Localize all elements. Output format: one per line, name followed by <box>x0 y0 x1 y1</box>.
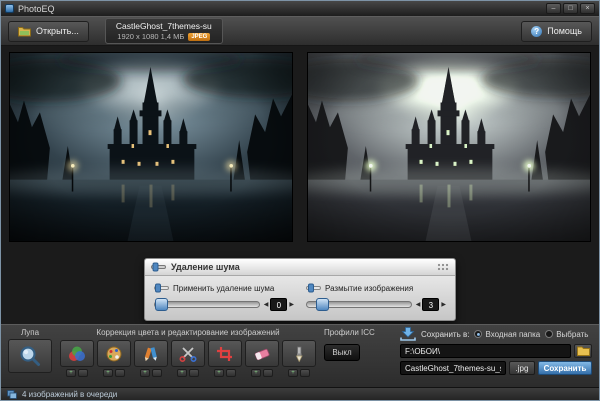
radio-choose-folder-label: Выбрать <box>556 329 589 339</box>
crop-icon <box>217 346 232 361</box>
tool-mini-option-button[interactable] <box>152 369 162 377</box>
status-text: 4 изображений в очереди <box>22 389 118 399</box>
open-folder-icon <box>18 26 31 36</box>
icc-label: Профили ICC <box>324 328 375 337</box>
open-button-label: Открыть... <box>36 26 79 36</box>
file-name: CastleGhost_7themes-su <box>115 21 212 31</box>
radio-choose-folder[interactable]: Выбрать <box>545 330 588 339</box>
brush-tool-button[interactable] <box>282 340 316 367</box>
magnifier-icon <box>20 346 40 366</box>
tool-mini-add-button[interactable]: + <box>140 369 150 377</box>
tools-section-label: Коррекция цвета и редактирование изображ… <box>96 328 280 337</box>
increment-arrow-icon[interactable]: ▶ <box>289 299 294 311</box>
minimize-button[interactable]: – <box>546 3 561 14</box>
noise-removal-panel: Удаление шума Применить удаление шума ◀ … <box>144 258 456 321</box>
title-bar: PhotoEQ – □ × <box>1 1 599 16</box>
tool-mini-option-button[interactable] <box>115 369 125 377</box>
scissors-icon <box>179 346 197 362</box>
tool-mini-add-button[interactable]: + <box>288 369 298 377</box>
palette-icon <box>106 346 122 361</box>
blur-amount-slider[interactable] <box>306 298 412 311</box>
tool-mini-option-button[interactable] <box>189 369 199 377</box>
decrement-arrow-icon[interactable]: ◀ <box>264 299 269 311</box>
open-button[interactable]: Открыть... <box>8 20 89 42</box>
icc-toggle-button[interactable]: Выкл <box>324 344 360 361</box>
noise-panel-title: Удаление шума <box>171 262 240 272</box>
tool-mini-add-button[interactable]: + <box>66 369 76 377</box>
tool-mini-add-button[interactable]: + <box>103 369 113 377</box>
radio-input-folder-label: Входная папка <box>485 329 541 339</box>
noise-amount-slider[interactable] <box>154 298 260 311</box>
status-bar: 4 изображений в очереди <box>1 387 599 400</box>
save-section: Сохранить в: Входная папка Выбрать F:\ОБ… <box>400 327 592 384</box>
maximize-button[interactable]: □ <box>563 3 578 14</box>
decrement-arrow-icon[interactable]: ◀ <box>416 299 421 311</box>
help-icon: ? <box>531 25 543 37</box>
slider-icon <box>151 262 166 272</box>
file-meta: 1920 x 1080 1,4 МБ <box>117 32 185 41</box>
file-format-badge: JPEG <box>188 32 211 41</box>
pencils-tool-button[interactable] <box>134 340 168 367</box>
tool-mini-option-button[interactable] <box>226 369 236 377</box>
slider-icon <box>306 283 321 293</box>
noise-panel-titlebar[interactable]: Удаление шума <box>145 259 455 276</box>
tool-mini-add-button[interactable]: + <box>251 369 261 377</box>
tool-mini-option-button[interactable] <box>300 369 310 377</box>
tool-mini-option-button[interactable] <box>263 369 273 377</box>
tool-mini-add-button[interactable]: + <box>177 369 187 377</box>
radio-input-folder[interactable]: Входная папка <box>474 330 540 339</box>
file-info-chip: CastleGhost_7themes-su 1920 x 1080 1,4 М… <box>104 18 223 44</box>
palette-tool-button[interactable] <box>97 340 131 367</box>
brush-icon <box>295 346 303 362</box>
help-button-label: Помощь <box>547 26 582 36</box>
radio-dot <box>545 330 554 338</box>
help-button[interactable]: ? Помощь <box>521 20 592 42</box>
output-filename-input[interactable] <box>400 361 506 375</box>
radio-dot-selected <box>474 330 483 338</box>
color-balance-tool-button[interactable] <box>60 340 94 367</box>
preview-before-image[interactable] <box>9 52 293 242</box>
tool-mini-option-button[interactable] <box>78 369 88 377</box>
output-path-input[interactable] <box>400 344 571 358</box>
save-to-icon <box>400 327 416 341</box>
window-title: PhotoEQ <box>18 3 55 14</box>
noise-amount-value: 0 <box>270 298 288 311</box>
blur-amount-label: Размытие изображения <box>325 283 414 293</box>
tool-mini-add-button[interactable]: + <box>214 369 224 377</box>
save-button[interactable]: Сохранить <box>538 361 592 375</box>
save-to-label: Сохранить в: <box>421 329 470 339</box>
browse-folder-button[interactable] <box>574 344 592 358</box>
tools-section: Коррекция цвета и редактирование изображ… <box>60 327 316 384</box>
increment-arrow-icon[interactable]: ▶ <box>441 299 446 311</box>
eraser-icon <box>254 348 270 360</box>
file-extension-button[interactable]: .jpg <box>509 361 535 375</box>
icc-section: Профили ICC Выкл <box>324 327 375 384</box>
scissors-tool-button[interactable] <box>171 340 205 367</box>
blur-amount-slider-handle[interactable] <box>316 298 330 311</box>
content-area: Удаление шума Применить удаление шума ◀ … <box>1 46 599 324</box>
noise-amount-group: Применить удаление шума ◀ 0 ▶ <box>154 283 294 311</box>
bottom-toolbar: Лупа Коррекция цвета и редактирование из… <box>1 324 599 387</box>
folder-icon <box>576 346 590 356</box>
noise-amount-slider-handle[interactable] <box>155 298 168 311</box>
drag-grip-icon[interactable] <box>437 263 449 271</box>
magnifier-label: Лупа <box>20 328 40 337</box>
slider-icon <box>154 283 169 293</box>
close-button[interactable]: × <box>580 3 595 14</box>
color-balance-icon <box>69 346 85 361</box>
magnifier-button[interactable] <box>8 339 52 373</box>
eraser-tool-button[interactable] <box>245 340 279 367</box>
magnifier-section: Лупа <box>8 327 52 384</box>
noise-amount-label: Применить удаление шума <box>173 283 275 293</box>
queue-icon <box>7 389 17 399</box>
photoeq-window: PhotoEQ – □ × Открыть... CastleGhost_7th… <box>0 0 600 401</box>
app-icon <box>5 4 14 13</box>
blur-amount-value: 3 <box>422 298 440 311</box>
pencils-icon <box>144 346 157 361</box>
main-toolbar: Открыть... CastleGhost_7themes-su 1920 x… <box>1 16 599 46</box>
crop-tool-button[interactable] <box>208 340 242 367</box>
blur-amount-group: Размытие изображения ◀ 3 ▶ <box>306 283 446 311</box>
preview-after-image[interactable] <box>307 52 591 242</box>
